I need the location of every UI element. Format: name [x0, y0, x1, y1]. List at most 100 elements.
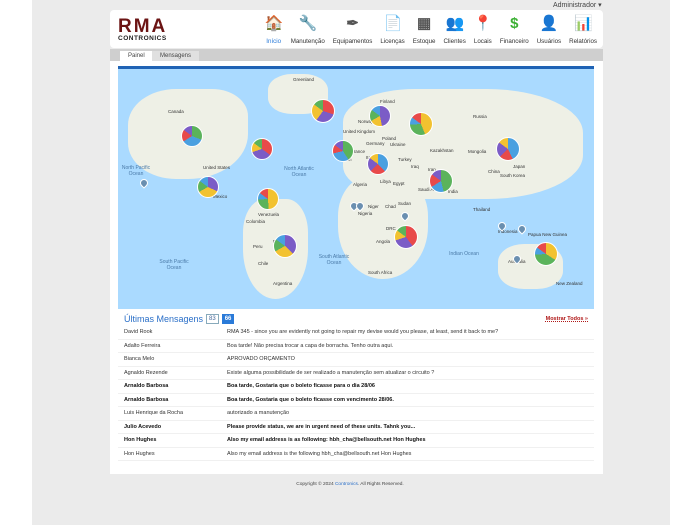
- nav-label: Estoque: [413, 38, 436, 45]
- world-map[interactable]: GreenlandFinlandRussiaNorwaySwedenUnited…: [118, 66, 594, 309]
- message-row[interactable]: Luis Henrique da Rochaautorizado a manut…: [118, 407, 594, 421]
- message-sender: Arnaldo Barbosa: [124, 397, 227, 403]
- map-pin-marker[interactable]: [138, 177, 149, 188]
- map-ocean-label: North Pacific Ocean: [120, 165, 152, 177]
- message-sender: Hon Hughes: [124, 451, 227, 457]
- map-label: Greenland: [293, 77, 314, 82]
- home-icon: 🏠: [265, 15, 283, 33]
- message-row[interactable]: Arnaldo BarbosaBoa tarde, Gostaria que o…: [118, 394, 594, 408]
- nav-wrench[interactable]: 🔧Manutenção: [287, 15, 329, 45]
- main-nav: 🏠 Início 🔧Manutenção ✒ Equipamentos 📄 Licenças…: [261, 15, 601, 45]
- map-pie-marker[interactable]: [429, 169, 453, 193]
- map-label: Egypt: [393, 181, 405, 186]
- message-sender: Adalto Ferreira: [124, 343, 227, 349]
- users-icon: 👥: [446, 15, 464, 33]
- map-pin-marker[interactable]: [516, 223, 527, 234]
- message-sender: David Rook: [124, 329, 227, 335]
- top-header: RMA CONTRONICS 🏠 Início 🔧Manutenção ✒ Equipa…: [110, 10, 603, 48]
- map-label: Niger: [368, 204, 379, 209]
- probe-icon: ✒: [344, 15, 362, 33]
- map-label: Turkey: [398, 157, 412, 162]
- nav-user[interactable]: 👤Usuários: [533, 15, 565, 45]
- nav-label: Equipamentos: [333, 38, 373, 45]
- map-pin-icon: 📍: [474, 15, 492, 33]
- map-label: Papua New Guinea: [528, 232, 567, 237]
- message-row[interactable]: Agnaldo RezendeExiste alguma possibilida…: [118, 367, 594, 381]
- message-row[interactable]: Bianca MeloAPROVADO ORÇAMENTO: [118, 353, 594, 367]
- message-row[interactable]: Adalto FerreiraBoa tarde! Não precisa tr…: [118, 340, 594, 354]
- map-label: Peru: [253, 244, 263, 249]
- message-text: Boa tarde, Gostaria que o boleto ficasse…: [227, 383, 375, 389]
- map-label: Colombia: [246, 219, 265, 224]
- map-ocean-label: North Atlantic Ocean: [283, 166, 315, 178]
- message-row[interactable]: David RookRMA 345 - since you are eviden…: [118, 326, 594, 340]
- map-pie-marker[interactable]: [394, 225, 418, 249]
- map-pie-marker[interactable]: [311, 99, 335, 123]
- map-pie-marker[interactable]: [251, 138, 273, 160]
- message-text: Also my email address is the following h…: [227, 451, 411, 457]
- map-label: Sudan: [398, 201, 411, 206]
- map-label: Chile: [258, 261, 268, 266]
- tab-painel[interactable]: Painel: [120, 51, 153, 61]
- message-sender: Luis Henrique da Rocha: [124, 410, 227, 416]
- nav-document[interactable]: 📄 Licenças: [376, 15, 408, 45]
- map-pie-marker[interactable]: [369, 105, 391, 127]
- map-pie-marker[interactable]: [534, 242, 558, 266]
- map-label: Nigeria: [358, 211, 372, 216]
- dollar-icon: $: [505, 15, 523, 33]
- map-pie-marker[interactable]: [367, 153, 389, 175]
- map-label: China: [488, 169, 500, 174]
- wrench-icon: 🔧: [299, 15, 317, 33]
- nav-home[interactable]: 🏠 Início: [261, 15, 287, 45]
- message-row[interactable]: Hon HughesAlso my email address is the f…: [118, 448, 594, 462]
- map-pie-marker[interactable]: [332, 140, 354, 162]
- map-ocean-label: South Atlantic Ocean: [318, 254, 350, 266]
- logo[interactable]: RMA CONTRONICS: [118, 18, 167, 42]
- map-label: Kazakhstan: [430, 148, 454, 153]
- map-pie-marker[interactable]: [257, 188, 279, 210]
- nav-label: Clientes: [443, 38, 465, 45]
- nav-bar-chart[interactable]: 📊Relatórios: [565, 15, 601, 45]
- map-ocean-label: Indian Ocean: [448, 251, 480, 257]
- nav-label: Usuários: [537, 38, 561, 45]
- latest-messages: Últimas Mensagens 83 66 Mostrar Todos » …: [118, 312, 594, 461]
- map-label: Ukraine: [390, 142, 406, 147]
- nav-map-pin[interactable]: 📍Locais: [470, 15, 496, 45]
- map-label: Argentina: [273, 281, 292, 286]
- nav-chip[interactable]: ▦ Estoque: [409, 15, 440, 45]
- nav-users[interactable]: 👥 Clientes: [439, 15, 469, 45]
- document-icon: 📄: [384, 15, 402, 33]
- footer-link[interactable]: Contronics: [335, 482, 358, 487]
- nav-label: Início: [266, 38, 281, 45]
- map-pie-marker[interactable]: [496, 137, 520, 161]
- message-text: Also my email address is as following: h…: [227, 437, 426, 443]
- user-menu[interactable]: Administrador ▾: [553, 1, 602, 9]
- nav-dollar[interactable]: $Financeiro: [496, 15, 533, 45]
- map-pie-marker[interactable]: [181, 125, 203, 147]
- map-label: Finland: [380, 99, 395, 104]
- map-pie-marker[interactable]: [197, 176, 219, 198]
- nav-probe[interactable]: ✒ Equipamentos: [329, 15, 377, 45]
- message-row[interactable]: Arnaldo BarbosaBoa tarde, Gostaria que o…: [118, 380, 594, 394]
- messages-title[interactable]: Últimas Mensagens: [124, 314, 203, 324]
- map-label: Venezuela: [258, 212, 279, 217]
- chip-icon: ▦: [415, 15, 433, 33]
- message-row[interactable]: Julio AcevedoPlease provide status, we a…: [118, 421, 594, 435]
- message-row[interactable]: Hon HughesAlso my email address is as fo…: [118, 434, 594, 448]
- message-text: Please provide status, we are in urgent …: [227, 424, 415, 430]
- tab-mensagens[interactable]: Mensagens: [152, 51, 199, 61]
- user-name: Administrador: [553, 2, 596, 9]
- map-label: South Africa: [368, 270, 392, 275]
- nav-label: Licenças: [380, 38, 404, 45]
- nav-label: Relatórios: [569, 38, 597, 45]
- map-label: United Kingdom: [343, 129, 375, 134]
- map-label: Iraq: [411, 164, 419, 169]
- map-pie-marker[interactable]: [409, 112, 433, 136]
- map-pie-marker[interactable]: [273, 234, 297, 258]
- map-label: New Zealand: [556, 281, 583, 286]
- show-all-link[interactable]: Mostrar Todos »: [546, 316, 588, 322]
- map-label: Chad: [385, 204, 396, 209]
- map-label: India: [448, 189, 458, 194]
- message-text: RMA 345 - since you are evidently not go…: [227, 329, 498, 335]
- tab-bar: Painel Mensagens: [110, 49, 603, 61]
